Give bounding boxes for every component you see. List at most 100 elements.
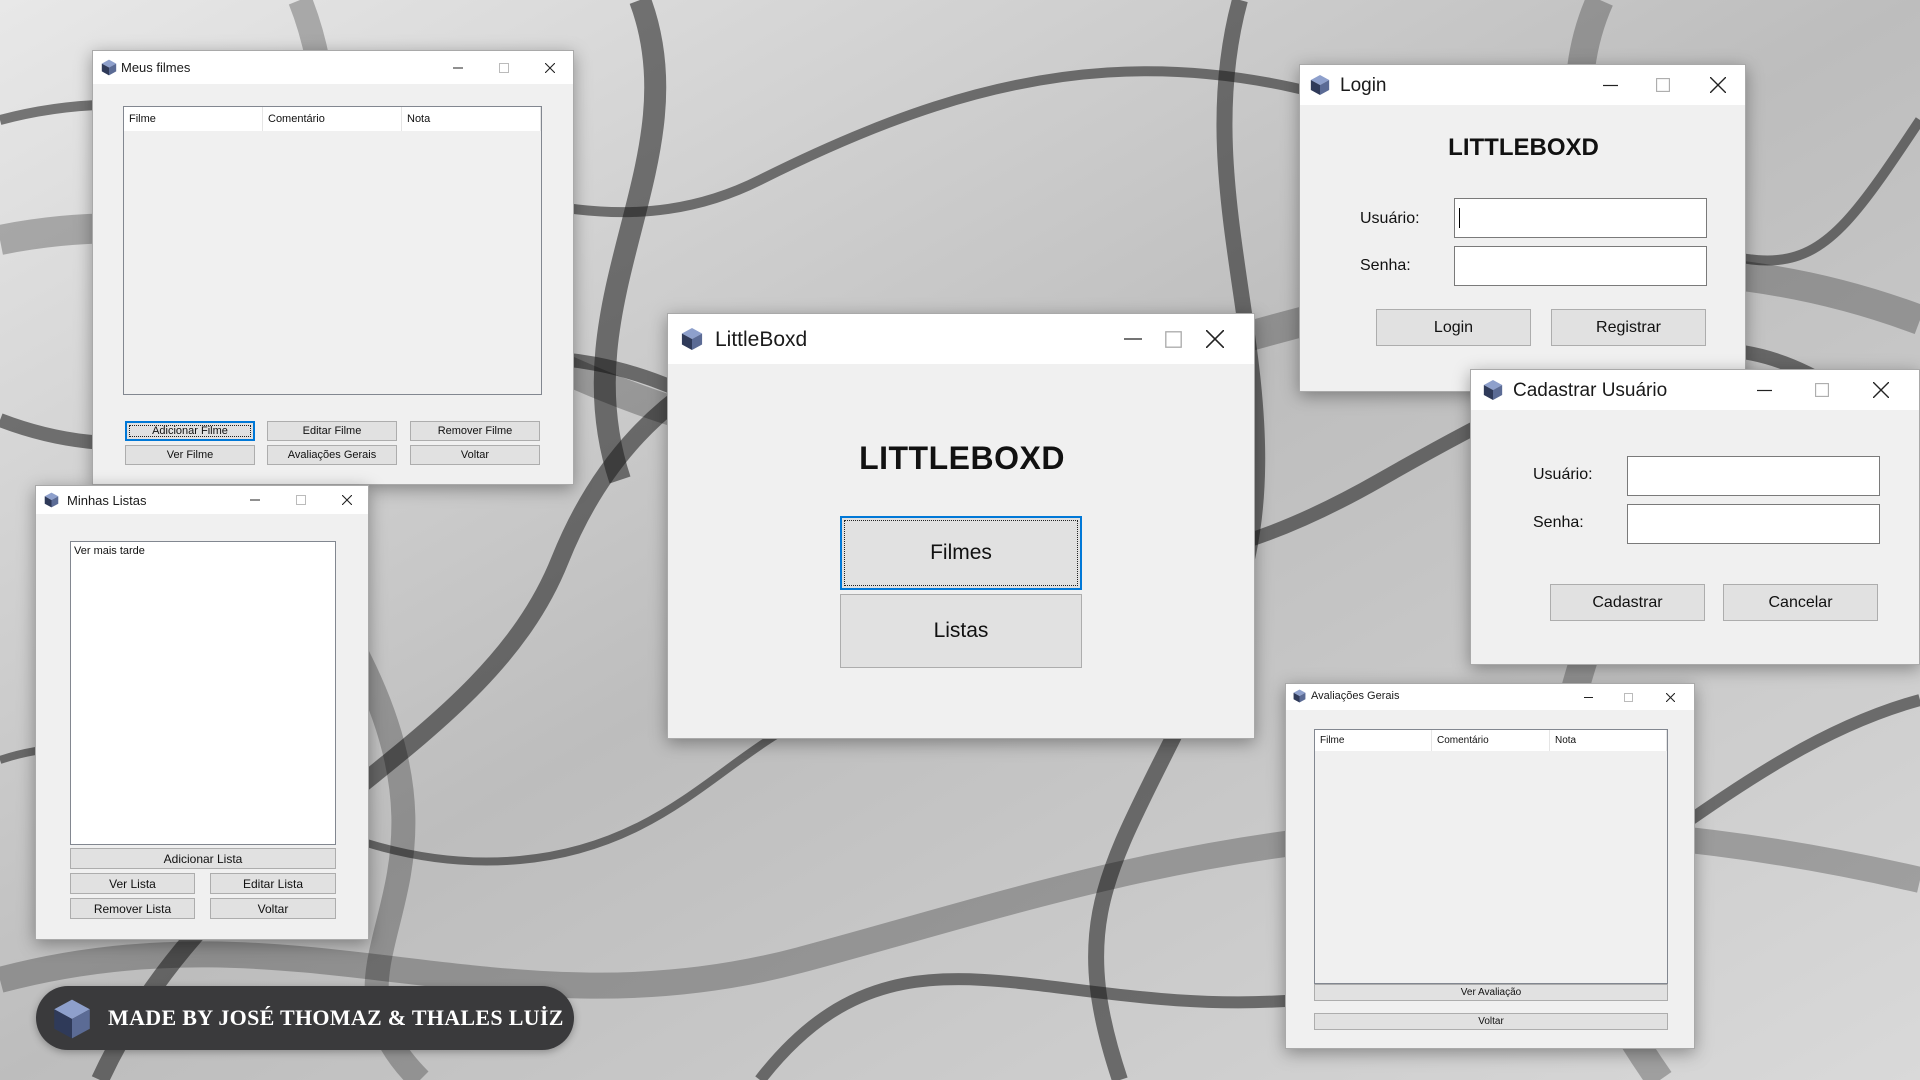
column-header-comment[interactable]: Comentário — [263, 107, 402, 131]
close-button[interactable] — [1174, 314, 1254, 364]
table-header: Filme Comentário Nota — [124, 107, 541, 131]
login-titlebar[interactable]: Login — [1300, 65, 1745, 105]
cancel-button[interactable]: Cancelar — [1723, 584, 1878, 621]
meus-filmes-title: Meus filmes — [121, 60, 191, 75]
username-label: Usuário: — [1360, 210, 1420, 227]
username-input[interactable] — [1454, 198, 1707, 238]
minimize-icon — [250, 499, 260, 501]
minimize-button[interactable] — [232, 486, 278, 514]
back-button[interactable]: Voltar — [1314, 1013, 1668, 1030]
minimize-button[interactable] — [1581, 65, 1639, 105]
minimize-icon — [1756, 389, 1772, 391]
close-icon — [545, 62, 555, 73]
minhas-listas-titlebar[interactable]: Minhas Listas — [36, 486, 368, 514]
register-button[interactable]: Registrar — [1551, 309, 1706, 346]
list-item[interactable]: Ver mais tarde — [74, 545, 145, 557]
text-cursor — [1459, 208, 1460, 228]
back-button[interactable]: Voltar — [210, 898, 336, 919]
minhas-listas-title: Minhas Listas — [67, 493, 147, 508]
general-reviews-table[interactable]: Filme Comentário Nota — [1314, 729, 1668, 984]
maximize-button — [1793, 370, 1851, 410]
table-header: Filme Comentário Nota — [1315, 730, 1667, 751]
meus-filmes-titlebar[interactable]: Meus filmes — [93, 51, 573, 84]
close-button[interactable] — [1648, 684, 1692, 710]
close-button[interactable] — [527, 51, 573, 84]
edit-list-button[interactable]: Editar Lista — [210, 873, 336, 894]
add-list-button[interactable]: Adicionar Lista — [70, 848, 336, 869]
close-icon — [1665, 692, 1675, 702]
general-reviews-titlebar[interactable]: Avaliações Gerais — [1286, 684, 1694, 710]
focus-ring — [844, 520, 1078, 586]
my-films-table[interactable]: Filme Comentário Nota — [123, 106, 542, 395]
minimize-icon — [1583, 696, 1593, 698]
littleboxd-main-window: LittleBoxd LITTLEBOXD Filmes Listas — [667, 313, 1255, 739]
app-cube-icon — [1483, 380, 1503, 400]
edit-film-button[interactable]: Editar Filme — [267, 421, 397, 441]
app-cube-icon — [681, 328, 703, 350]
maximize-button — [1608, 684, 1648, 710]
minimize-icon — [453, 67, 463, 68]
submit-register-button[interactable]: Cadastrar — [1550, 584, 1705, 621]
app-cube-icon — [101, 59, 117, 76]
credits-badge: MADE BY JOSÉ THOMAZ & THALES LUİZ — [36, 986, 574, 1050]
password-label: Senha: — [1360, 257, 1411, 274]
maximize-icon — [1815, 383, 1829, 397]
maximize-icon — [499, 62, 509, 73]
register-user-window: Cadastrar Usuário Usuário: Senha: Cadast… — [1470, 369, 1920, 665]
maximize-button — [278, 486, 324, 514]
column-header-film[interactable]: Filme — [124, 107, 263, 131]
username-label: Usuário: — [1533, 466, 1593, 483]
login-button[interactable]: Login — [1376, 309, 1531, 346]
password-input[interactable] — [1454, 246, 1707, 286]
maximize-icon — [1656, 78, 1670, 92]
minimize-button[interactable] — [1735, 370, 1793, 410]
app-cube-icon — [1310, 75, 1330, 95]
app-cube-icon — [44, 492, 59, 508]
password-label: Senha: — [1533, 514, 1584, 531]
view-review-button[interactable]: Ver Avaliação — [1314, 984, 1668, 1001]
main-titlebar[interactable]: LittleBoxd — [668, 314, 1254, 364]
lists-button[interactable]: Listas — [840, 594, 1082, 668]
focus-ring — [129, 425, 251, 437]
credits-text: MADE BY JOSÉ THOMAZ & THALES LUİZ — [108, 1005, 564, 1030]
column-header-rating[interactable]: Nota — [1550, 730, 1667, 751]
meus-filmes-window: Meus filmes Filme Comentário Nota Adicio… — [92, 50, 574, 485]
films-button[interactable]: Filmes — [840, 516, 1082, 590]
column-header-rating[interactable]: Nota — [402, 107, 541, 131]
maximize-icon — [1623, 692, 1633, 702]
add-film-button[interactable]: Adicionar Filme — [125, 421, 255, 441]
view-list-button[interactable]: Ver Lista — [70, 873, 195, 894]
password-input[interactable] — [1627, 504, 1880, 544]
remove-film-button[interactable]: Remover Filme — [410, 421, 540, 441]
general-reviews-button[interactable]: Avaliações Gerais — [267, 445, 397, 465]
app-cube-icon — [54, 999, 90, 1039]
minhas-listas-window: Minhas Listas Ver mais tarde Adicionar L… — [35, 485, 369, 940]
app-cube-icon — [1293, 689, 1306, 703]
close-icon — [1710, 77, 1726, 93]
column-header-comment[interactable]: Comentário — [1432, 730, 1550, 751]
general-reviews-title: Avaliações Gerais — [1311, 690, 1400, 702]
general-reviews-window: Avaliações Gerais Filme Comentário Nota … — [1285, 683, 1695, 1049]
login-title: Login — [1340, 75, 1387, 96]
login-heading: LITTLEBOXD — [1448, 134, 1599, 161]
minimize-button[interactable] — [435, 51, 481, 84]
back-button[interactable]: Voltar — [410, 445, 540, 465]
login-window: Login LITTLEBOXD Usuário: Senha: Login R… — [1299, 64, 1746, 392]
column-header-film[interactable]: Filme — [1315, 730, 1432, 751]
view-film-button[interactable]: Ver Filme — [125, 445, 255, 465]
lists-listbox[interactable]: Ver mais tarde — [70, 541, 336, 845]
register-title: Cadastrar Usuário — [1513, 380, 1668, 401]
close-button[interactable] — [1689, 65, 1745, 105]
close-button[interactable] — [1852, 370, 1910, 410]
minimize-button[interactable] — [1568, 684, 1608, 710]
close-icon — [1873, 382, 1889, 398]
close-button[interactable] — [324, 486, 368, 514]
minimize-icon — [1602, 84, 1618, 86]
maximize-button — [1634, 65, 1692, 105]
register-titlebar[interactable]: Cadastrar Usuário — [1471, 370, 1919, 410]
remove-list-button[interactable]: Remover Lista — [70, 898, 195, 919]
username-input[interactable] — [1627, 456, 1880, 496]
main-title: LittleBoxd — [715, 328, 808, 351]
app-heading: LITTLEBOXD — [859, 440, 1065, 476]
close-icon — [1206, 330, 1224, 348]
